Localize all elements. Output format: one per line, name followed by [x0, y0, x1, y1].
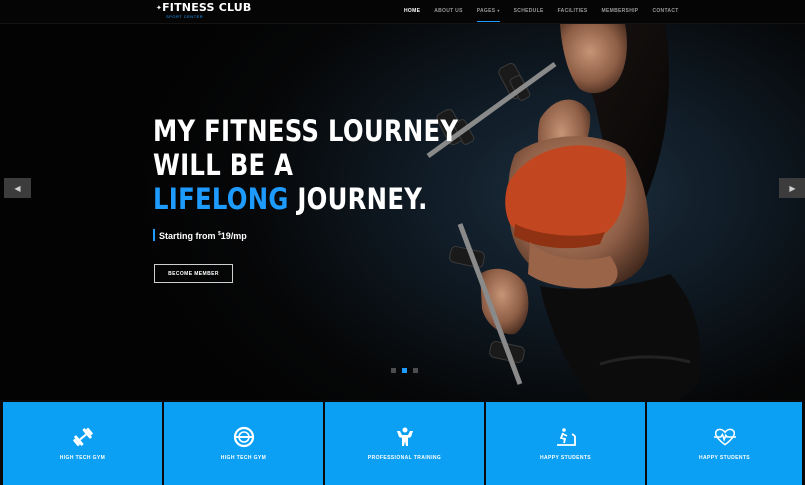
nav-schedule[interactable]: SCHEDULE — [514, 0, 544, 22]
feature-tile-1[interactable]: HIGH TECH GYM — [3, 402, 162, 485]
slider-pagination — [391, 368, 424, 373]
headline-line-3-rest: JOURNEY. — [288, 182, 428, 216]
nav-home[interactable]: HOME — [404, 0, 420, 22]
headline-line-3: LIFELONG JOURNEY. — [153, 182, 427, 216]
chevron-right-icon: ▶ — [789, 183, 796, 193]
feature-title-5: HAPPY STUDENTS — [698, 455, 751, 461]
hero-slider: MY FITNESS LOURNEY WILL BE A LIFELONG JO… — [0, 24, 805, 400]
features-strip: HIGH TECH GYM HIGH TECH GYM PROFESSIONAL… — [0, 400, 805, 485]
chevron-left-icon: ◀ — [14, 183, 21, 193]
headline-line-2: WILL BE A — [153, 148, 294, 182]
feature-title-2: HIGH TECH GYM — [220, 455, 267, 461]
treadmill-icon — [555, 426, 577, 448]
price-value: 19/mp — [220, 231, 247, 241]
price-prefix: Starting from — [159, 231, 219, 241]
top-navbar: ✦FITNESS CLUB SPORT CENTER HOME ABOUT US… — [0, 0, 805, 24]
main-menu: HOME ABOUT US PAGES ▾ SCHEDULE FACILITIES… — [404, 0, 693, 22]
slide-dot-1[interactable] — [391, 368, 396, 373]
athlete-with-dumbbells-image — [426, 24, 701, 400]
weight-plate-icon — [233, 426, 255, 448]
slider-next-button[interactable]: ▶ — [779, 178, 805, 198]
nav-membership[interactable]: MEMBERSHIP — [602, 0, 639, 22]
bodybuilder-icon — [394, 426, 416, 448]
slide-dot-2[interactable] — [402, 368, 407, 373]
page: ✦FITNESS CLUB SPORT CENTER HOME ABOUT US… — [0, 0, 805, 485]
headline-highlight: LIFELONG — [153, 182, 289, 216]
headline-line-1: MY FITNESS LOURNEY — [153, 114, 459, 148]
feature-title-4: HAPPY STUDENTS — [539, 455, 592, 461]
nav-facilities[interactable]: FACILITIES — [558, 0, 588, 22]
dumbbell-icon — [72, 426, 94, 448]
feature-tile-5[interactable]: HAPPY STUDENTS — [647, 402, 802, 485]
nav-pages-label: PAGES — [476, 8, 496, 14]
slider-prev-button[interactable]: ◀ — [4, 178, 31, 198]
nav-pages[interactable]: PAGES ▾ — [476, 0, 500, 22]
logo-name: ✦FITNESS CLUB — [156, 1, 252, 14]
feature-title-1: HIGH TECH GYM — [59, 455, 106, 461]
feature-tile-3[interactable]: PROFESSIONAL TRAINING — [325, 402, 484, 485]
become-member-button[interactable]: BECOME MEMBER — [154, 264, 233, 283]
feature-tile-2[interactable]: HIGH TECH GYM — [164, 402, 323, 485]
nav-contact[interactable]: CONTACT — [652, 0, 678, 22]
feature-title-3: PROFESSIONAL TRAINING — [367, 455, 442, 461]
logo-tagline: SPORT CENTER — [166, 14, 204, 19]
feature-tile-4[interactable]: HAPPY STUDENTS — [486, 402, 645, 485]
chevron-down-icon: ▾ — [497, 8, 500, 13]
price-tagline: Starting from $19/mp — [153, 229, 247, 241]
slide-dot-3[interactable] — [413, 368, 418, 373]
nav-about-us[interactable]: ABOUT US — [434, 0, 463, 22]
site-logo[interactable]: ✦FITNESS CLUB SPORT CENTER — [156, 1, 252, 22]
heartbeat-icon — [713, 426, 736, 448]
hero-headline: MY FITNESS LOURNEY WILL BE A LIFELONG JO… — [153, 114, 459, 216]
